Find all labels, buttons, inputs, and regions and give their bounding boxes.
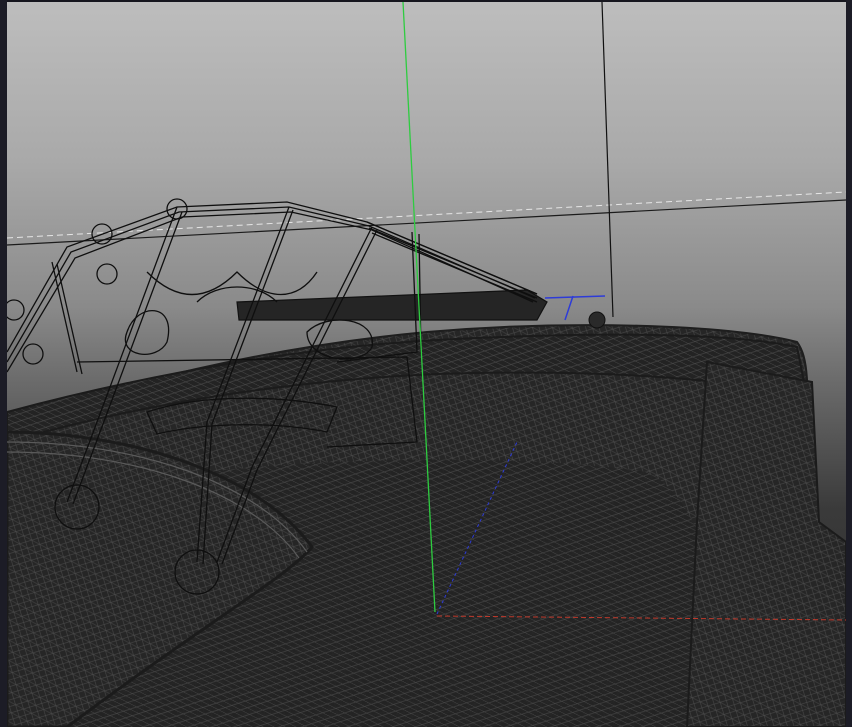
- right-window-border: [846, 0, 852, 727]
- mesh-side-wall: [685, 360, 846, 727]
- vertical-guide-line: [601, 2, 614, 318]
- 3d-viewport[interactable]: [7, 2, 846, 727]
- viewport-canvas: [7, 2, 846, 727]
- horizon-dashed-line: [7, 191, 846, 239]
- left-window-border: [0, 0, 7, 727]
- pivot-knob[interactable]: [588, 311, 606, 329]
- application-window: [0, 0, 852, 727]
